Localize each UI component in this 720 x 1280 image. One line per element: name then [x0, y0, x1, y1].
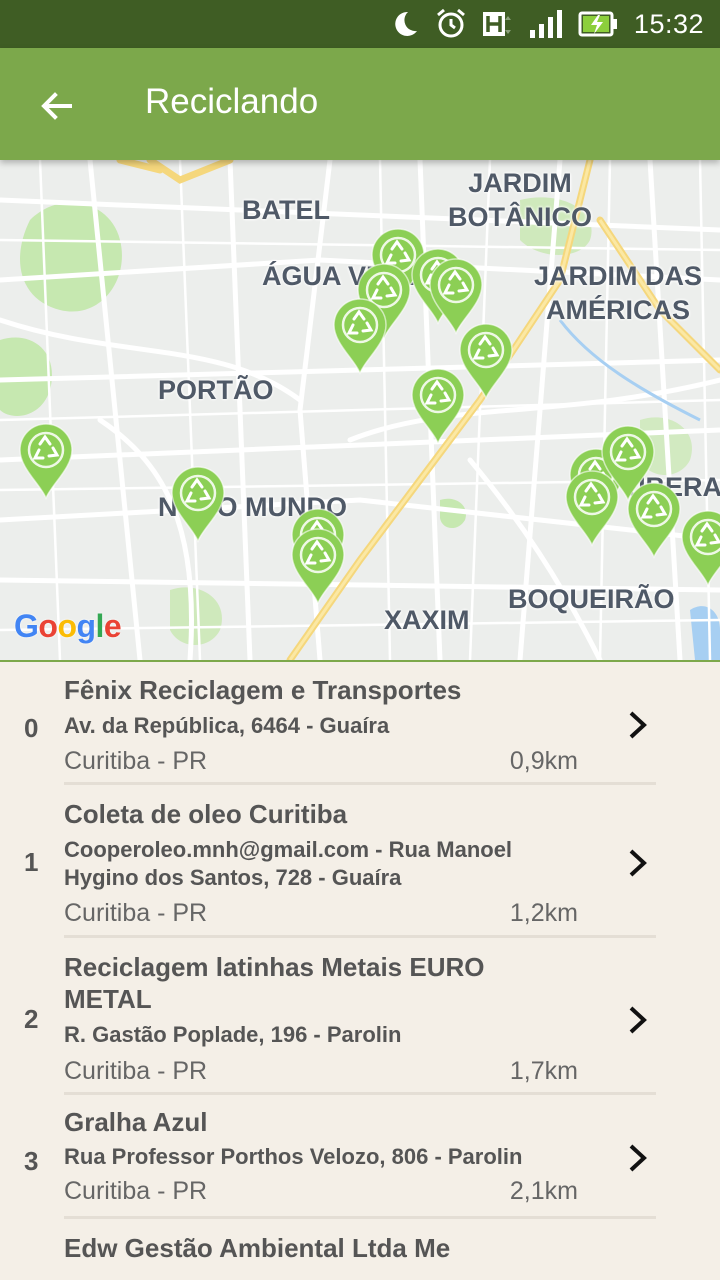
- signal-icon: [528, 8, 564, 40]
- item-city: Curitiba - PR: [64, 899, 208, 927]
- map-label-xaxim: XAXIM: [384, 605, 470, 635]
- map-label-jardim-botanico: JARDIM BOTÂNICO: [448, 168, 592, 232]
- item-distance: 2,1km: [509, 1177, 578, 1205]
- list-item[interactable]: 2 Reciclagem latinhas Metais EURO METAL …: [0, 939, 720, 1096]
- app-bar: Reciclando: [0, 48, 720, 160]
- map-label-batel: BATEL: [242, 195, 330, 225]
- chevron-right-icon: [629, 1006, 647, 1034]
- item-address: Av. da República, 6464 - Guaíra: [64, 713, 390, 738]
- map-view[interactable]: BATEL JARDIM BOTÂNICO ÁGUA VERDE JARDIM …: [0, 160, 720, 660]
- list-item[interactable]: Edw Gestão Ambiental Ltda Me: [0, 1220, 720, 1280]
- chevron-right-icon: [629, 1144, 647, 1172]
- divider: [64, 935, 656, 938]
- item-address: R. Gastão Poplade, 196 - Parolin: [64, 1022, 402, 1047]
- divider: [64, 1216, 656, 1219]
- list-item[interactable]: 0 Fênix Reciclagem e Transportes Av. da …: [0, 662, 720, 786]
- item-index: 1: [24, 847, 39, 877]
- alarm-icon: [434, 7, 468, 41]
- recycle-pin-icon[interactable]: [166, 463, 230, 543]
- divider: [64, 1092, 656, 1095]
- map-label-boqueirao: BOQUEIRÃO: [508, 584, 675, 614]
- item-distance: 0,9km: [509, 747, 578, 775]
- back-button[interactable]: [28, 78, 84, 134]
- item-name: Fênix Reciclagem e Transportes: [64, 675, 462, 705]
- item-index: 0: [24, 713, 39, 743]
- results-list[interactable]: 0 Fênix Reciclagem e Transportes Av. da …: [0, 662, 720, 1280]
- chevron-right-icon: [629, 711, 647, 739]
- divider: [64, 782, 656, 785]
- item-name: Edw Gestão Ambiental Ltda Me: [64, 1233, 451, 1263]
- item-city: Curitiba - PR: [64, 1177, 208, 1205]
- recycle-pin-icon[interactable]: [286, 525, 350, 605]
- item-index: 2: [24, 1004, 39, 1034]
- map-label-jardim-americas: JARDIM DAS AMÉRICAS: [534, 261, 703, 325]
- item-address: Cooperoleo.mnh@gmail.com - Rua Manoel Hy…: [64, 837, 513, 890]
- recycle-pin-icon[interactable]: [14, 420, 78, 500]
- item-name: Coleta de oleo Curitiba: [64, 799, 348, 829]
- item-index: 3: [24, 1146, 39, 1176]
- h-signal-icon: [482, 8, 514, 40]
- recycle-pin-icon[interactable]: [328, 295, 392, 375]
- clock: 15:32: [633, 8, 704, 39]
- item-name: Gralha Azul: [64, 1107, 208, 1137]
- google-logo: Google: [14, 608, 122, 644]
- item-city: Curitiba - PR: [64, 747, 208, 775]
- chevron-right-icon: [629, 849, 647, 877]
- item-distance: 1,7km: [509, 1057, 578, 1085]
- item-city: Curitiba - PR: [64, 1057, 208, 1085]
- map-label-portao: PORTÃO: [158, 375, 274, 405]
- arrow-back-icon: [41, 92, 72, 120]
- item-distance: 1,2km: [509, 899, 578, 927]
- list-item[interactable]: 3 Gralha Azul Rua Professor Porthos Velo…: [0, 1096, 720, 1220]
- recycle-pin-icon[interactable]: [676, 507, 720, 587]
- item-name: Reciclagem latinhas Metais EURO METAL: [64, 952, 485, 1014]
- recycle-pin-icon[interactable]: [406, 365, 470, 445]
- battery-charging-icon: [578, 8, 620, 40]
- moon-icon: [388, 8, 420, 40]
- item-address: Rua Professor Porthos Velozo, 806 - Paro…: [64, 1144, 523, 1169]
- list-item[interactable]: 1 Coleta de oleo Curitiba Cooperoleo.mnh…: [0, 786, 720, 939]
- status-bar: 15:32: [0, 0, 720, 48]
- page-title: Reciclando: [145, 82, 319, 121]
